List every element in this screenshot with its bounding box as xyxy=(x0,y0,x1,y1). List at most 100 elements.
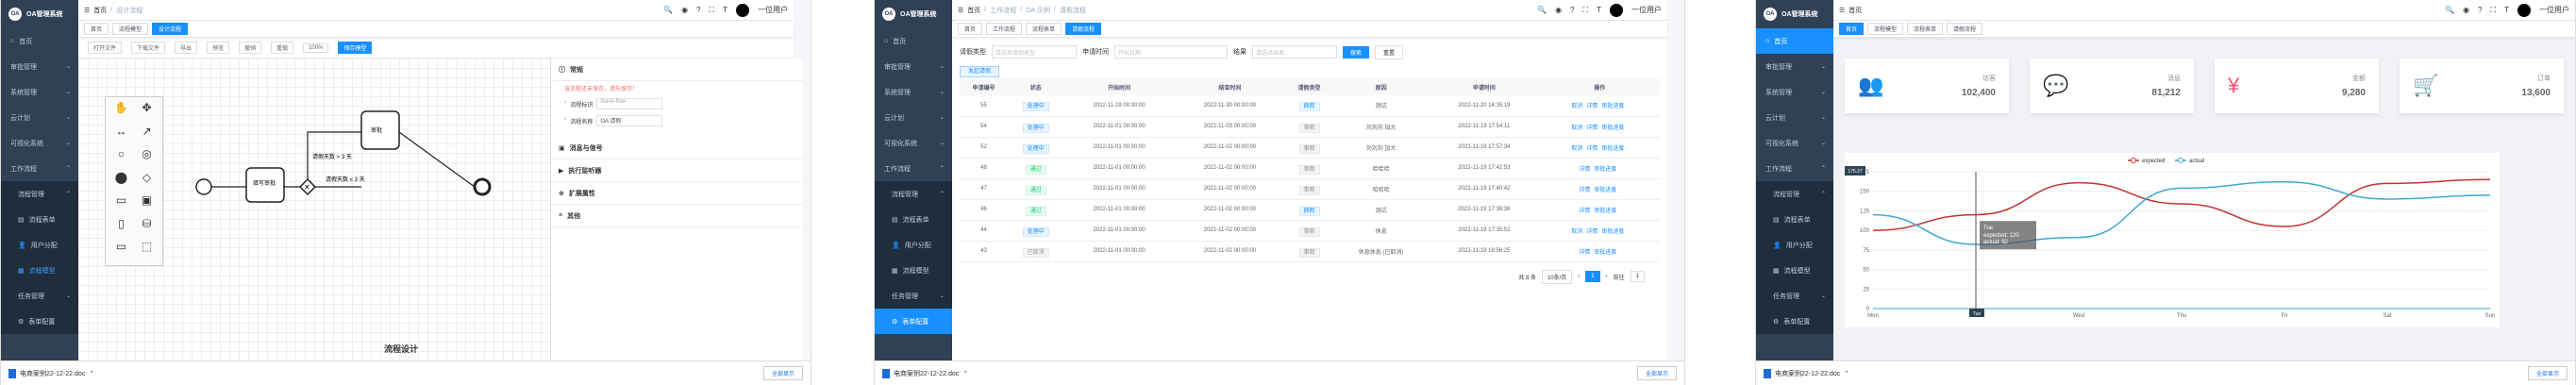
add-leave-button[interactable]: 发起请假 xyxy=(960,66,1000,77)
detail-link[interactable]: 详情 xyxy=(1586,146,1597,152)
detail-link[interactable]: 详情 xyxy=(1579,209,1590,214)
avatar[interactable] xyxy=(736,3,749,17)
redo-button[interactable]: 重做 xyxy=(271,42,294,54)
legend-marker[interactable] xyxy=(2131,158,2136,163)
help-icon[interactable]: ? xyxy=(2478,6,2482,14)
show-all-button[interactable]: 全部显示 xyxy=(1636,366,1677,380)
bpmn-canvas[interactable]: ✋ ✥ ↔ ↗ ○ ◎ ⬤ ◇ ▭ ▣ ▯ ⛁ ▭ ⬚ ✕ 填写审批 审批 请假天数 > 3 … xyxy=(78,59,550,360)
page-size-select[interactable]: 10条/页 xyxy=(1541,269,1573,284)
date-range-picker[interactable]: 开始日期 xyxy=(1114,45,1228,59)
github-icon[interactable]: ◉ xyxy=(2463,6,2469,14)
sidebar-item-user-assign[interactable]: 👤 用户分配 xyxy=(1,232,78,258)
sidebar-item-cloud[interactable]: 云计划 ⌄ xyxy=(1,105,78,130)
detail-link[interactable]: 详情 xyxy=(1586,126,1597,131)
github-icon[interactable]: ◉ xyxy=(1555,6,1562,14)
cancel-link[interactable]: 取消 xyxy=(1571,104,1582,109)
size-icon[interactable]: T xyxy=(2504,6,2509,14)
tag-workflow[interactable]: 工作流程 xyxy=(986,23,1023,35)
help-icon[interactable]: ? xyxy=(696,6,700,14)
tag-form[interactable]: 流程表单 xyxy=(1907,23,1944,35)
fullscreen-icon[interactable]: ⛶ xyxy=(710,6,715,15)
download-file[interactable]: 电商案例22-12-22.doc ⌃ xyxy=(882,368,968,378)
detail-link[interactable]: 详情 xyxy=(1586,229,1597,235)
sidebar-item-home[interactable]: ⌂ 首页 xyxy=(1756,28,1833,54)
avatar[interactable] xyxy=(2517,3,2531,17)
undo-button[interactable]: 撤销 xyxy=(239,42,262,54)
progress-link[interactable]: 审批进度 xyxy=(1594,167,1616,173)
section-listeners[interactable]: ▶ 执行监听器 xyxy=(551,159,803,182)
tag-design[interactable]: 设计流程 xyxy=(152,23,189,35)
sidebar-item-process-form[interactable]: ▤ 流程表单 xyxy=(1756,207,1833,232)
hamburger-icon[interactable]: ☰ xyxy=(1839,7,1845,14)
user-name[interactable]: 一位用户 xyxy=(1631,5,1662,15)
sidebar-item-cloud[interactable]: 云计划 ⌄ xyxy=(1756,105,1833,130)
sidebar-item-task[interactable]: 任务管理 ⌄ xyxy=(1756,283,1833,309)
search-icon[interactable]: 🔍 xyxy=(663,6,673,14)
detail-link[interactable]: 详情 xyxy=(1579,188,1590,193)
breadcrumb-item[interactable]: OA 示例 xyxy=(1026,6,1050,15)
search-icon[interactable]: 🔍 xyxy=(2445,6,2454,14)
progress-link[interactable]: 审批进度 xyxy=(1594,209,1616,214)
stat-card[interactable]: 💬 消息 81,212 xyxy=(2030,59,2194,113)
hamburger-icon[interactable]: ☰ xyxy=(958,7,963,14)
progress-link[interactable]: 审批进度 xyxy=(1594,188,1616,193)
end-event[interactable] xyxy=(473,177,492,196)
tag-process-model[interactable]: 流程模型 xyxy=(112,23,149,35)
sidebar-item-process-mgmt[interactable]: 流程管理 ⌃ xyxy=(1,181,78,207)
export-button[interactable]: 导出 xyxy=(175,42,198,54)
leave-type-select[interactable]: 请选择请假类型 xyxy=(992,45,1077,59)
progress-link[interactable]: 审批进度 xyxy=(1594,250,1616,256)
sidebar-item-process-model[interactable]: ▦ 流程模型 xyxy=(1,258,78,283)
cancel-link[interactable]: 取消 xyxy=(1571,229,1582,235)
sidebar-item-process-mgmt[interactable]: 流程管理 ⌃ xyxy=(1756,181,1833,207)
sidebar-item-visual[interactable]: 可视化系统 ⌄ xyxy=(1756,130,1833,156)
start-event[interactable] xyxy=(195,178,212,195)
download-button[interactable]: 下载文件 xyxy=(131,42,166,54)
size-icon[interactable]: T xyxy=(1597,6,1601,14)
stat-card[interactable]: 👥 访客 102,400 xyxy=(1845,59,2009,113)
sidebar-item-cloud[interactable]: 云计划 ⌄ xyxy=(875,105,952,130)
sidebar-item-process-form[interactable]: ▤ 流程表单 xyxy=(875,207,952,232)
sidebar-item-approval[interactable]: 审批管理 ⌄ xyxy=(875,54,952,79)
sidebar-item-workflow[interactable]: 工作流程 ⌃ xyxy=(875,156,952,181)
sidebar-item-system[interactable]: 系统管理 ⌄ xyxy=(1756,79,1833,105)
sidebar-item-process-model[interactable]: ▦ 流程模型 xyxy=(875,258,952,283)
sidebar-item-workflow[interactable]: 工作流程 ⌃ xyxy=(1,156,78,181)
sidebar-item-process-form[interactable]: ▤ 流程表单 xyxy=(1,207,78,232)
sidebar-item-home[interactable]: ⌂ 首页 xyxy=(875,28,952,54)
sidebar-item-task[interactable]: 任务管理 ⌄ xyxy=(875,283,952,309)
page-number[interactable]: 1 xyxy=(1585,271,1600,282)
section-extensions[interactable]: ⊕ 扩展属性 xyxy=(551,182,803,205)
save-model-button[interactable]: 保存模型 xyxy=(338,42,373,54)
tag-home[interactable]: 首页 xyxy=(1839,23,1865,35)
progress-link[interactable]: 审批进度 xyxy=(1601,126,1624,131)
tag-model[interactable]: 流程模型 xyxy=(1867,23,1904,35)
user-name[interactable]: 一位用户 xyxy=(758,5,788,15)
legend-marker[interactable] xyxy=(2178,158,2183,163)
download-file[interactable]: 电商案例22-12-22.doc ⌃ xyxy=(1764,368,1849,378)
size-icon[interactable]: T xyxy=(723,6,728,14)
show-all-button[interactable]: 全部显示 xyxy=(2527,366,2568,380)
tag-leave[interactable]: 请假流程 xyxy=(1065,23,1102,35)
sidebar-item-system[interactable]: 系统管理 ⌄ xyxy=(1,79,78,105)
tag-form[interactable]: 流程表单 xyxy=(1026,23,1062,35)
download-file[interactable]: 电商案例22-12-22.doc ⌃ xyxy=(8,368,94,378)
tag-leave[interactable]: 请假流程 xyxy=(1947,23,1983,35)
sidebar-item-system[interactable]: 系统管理 ⌄ xyxy=(875,79,952,105)
tag-home[interactable]: 首页 xyxy=(958,23,983,35)
show-all-button[interactable]: 全部显示 xyxy=(762,366,803,380)
cancel-link[interactable]: 取消 xyxy=(1571,126,1582,131)
tag-home[interactable]: 首页 xyxy=(84,23,109,35)
progress-link[interactable]: 审批进度 xyxy=(1601,104,1624,109)
detail-link[interactable]: 详情 xyxy=(1579,167,1590,173)
sidebar-item-visual[interactable]: 可视化系统 ⌄ xyxy=(1,130,78,156)
section-signals[interactable]: ▣ 消息与信号 xyxy=(551,137,803,159)
fullscreen-icon[interactable]: ⛶ xyxy=(1583,6,1589,15)
avatar[interactable] xyxy=(1610,3,1623,17)
sidebar-item-process-model[interactable]: ▦ 流程模型 xyxy=(1756,258,1833,283)
section-general[interactable]: ⓘ 常规 xyxy=(551,59,803,81)
preview-button[interactable]: 预览 xyxy=(207,42,230,54)
sidebar-item-approval[interactable]: 审批管理 ⌄ xyxy=(1,54,78,79)
search-button[interactable]: 搜索 xyxy=(1343,45,1370,59)
search-icon[interactable]: 🔍 xyxy=(1537,6,1547,14)
